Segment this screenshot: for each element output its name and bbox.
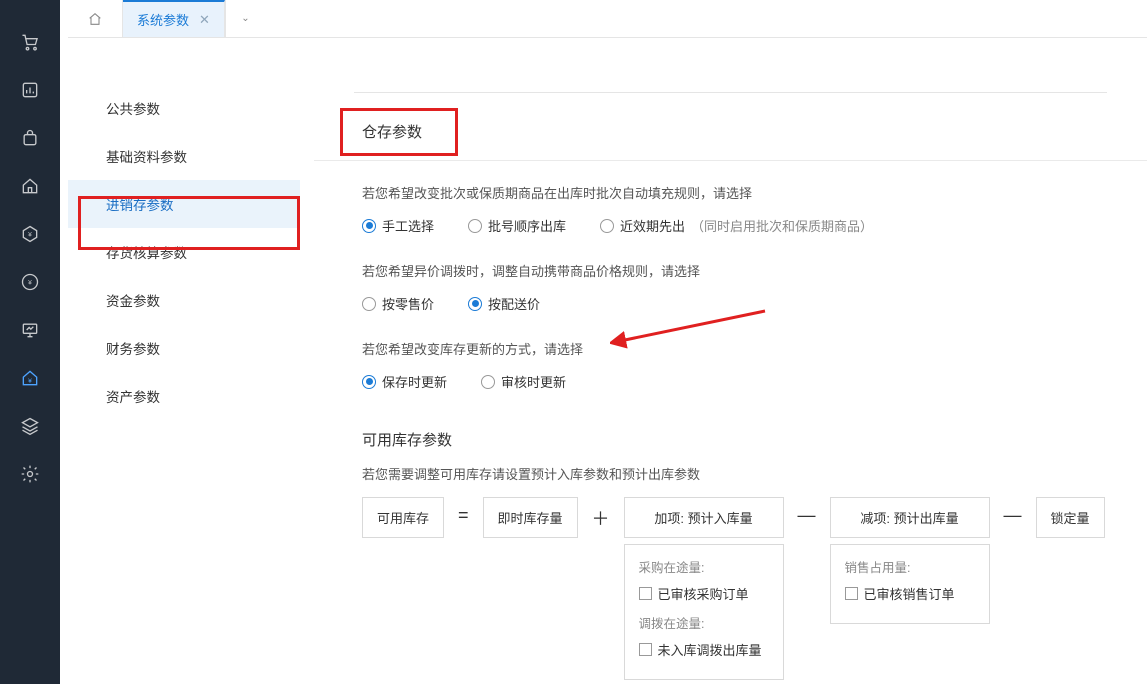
checkbox-sales-audited[interactable]: 已审核销售订单: [845, 584, 975, 603]
formula-base: 即时库存量: [483, 497, 578, 538]
setting-label: 若您希望异价调拨时，调整自动携带商品价格规则，请选择: [362, 261, 1147, 280]
radio-label: 审核时更新: [501, 372, 566, 391]
menu-item-public[interactable]: 公共参数: [68, 84, 300, 132]
nav-presentation-icon[interactable]: [0, 306, 60, 354]
menu-item-funds[interactable]: 资金参数: [68, 276, 300, 324]
nav-report-icon[interactable]: [0, 66, 60, 114]
radio-icon: [600, 219, 614, 233]
group-label: 调拨在途量:: [639, 613, 769, 632]
price-rule-block: 若您希望异价调拨时，调整自动携带商品价格规则，请选择 按零售价 按配送价: [314, 239, 1147, 313]
checkbox-label: 未入库调拨出库量: [658, 640, 762, 659]
nav-layers-icon[interactable]: [0, 402, 60, 450]
formula-add-column: 加项: 预计入库量 采购在途量: 已审核采购订单 调拨在途量: 未入库调拨出库量: [624, 497, 784, 680]
menu-item-finance[interactable]: 财务参数: [68, 324, 300, 372]
tab-system-params[interactable]: 系统参数 ✕: [123, 0, 225, 37]
plus-icon: ＋: [592, 497, 610, 531]
checkbox-label: 已审核销售订单: [864, 584, 955, 603]
stock-update-block: 若您希望改变库存更新的方式，请选择 保存时更新 审核时更新: [314, 317, 1147, 391]
radio-label: 手工选择: [382, 216, 434, 235]
minus-icon: —: [1004, 497, 1022, 526]
radio-icon: [362, 375, 376, 389]
nav-wallet-icon[interactable]: ¥: [0, 210, 60, 258]
radio-icon: [362, 297, 376, 311]
menu-item-basic[interactable]: 基础资料参数: [68, 132, 300, 180]
equals-icon: =: [458, 497, 469, 526]
menu-label: 财务参数: [106, 338, 160, 358]
menu-label: 资产参数: [106, 386, 160, 406]
tab-bar: 系统参数 ✕ ⌄: [68, 0, 1147, 38]
available-hint: 若您需要调整可用库存请设置预计入库参数和预计出库参数: [314, 450, 1147, 483]
section-title: 仓存参数: [314, 93, 1147, 161]
nav-cart-icon[interactable]: [0, 18, 60, 66]
add-panel: 采购在途量: 已审核采购订单 调拨在途量: 未入库调拨出库量: [624, 544, 784, 680]
tab-label: 系统参数: [137, 10, 189, 29]
main-content: 仓存参数 若您希望改变批次或保质期商品在出库时批次自动填充规则，请选择 手工选择…: [310, 84, 1147, 684]
menu-label: 资金参数: [106, 290, 160, 310]
svg-text:¥: ¥: [28, 280, 32, 287]
icon-sidebar: ¥ ¥ ¥: [0, 0, 60, 684]
add-head: 加项: 预计入库量: [624, 497, 784, 538]
sub-panel: 销售占用量: 已审核销售订单: [830, 544, 990, 624]
nav-money-icon[interactable]: ¥: [0, 258, 60, 306]
close-icon[interactable]: ✕: [199, 12, 210, 28]
checkbox-icon: [639, 643, 652, 656]
radio-manual[interactable]: 手工选择: [362, 216, 434, 235]
radio-label: 批号顺序出库: [488, 216, 566, 235]
radio-label: 近效期先出: [620, 216, 685, 235]
radio-label: 按零售价: [382, 294, 434, 313]
menu-item-inventory[interactable]: 存货核算参数: [68, 228, 300, 276]
formula-sub-column: 减项: 预计出库量 销售占用量: 已审核销售订单: [830, 497, 990, 624]
menu-label: 公共参数: [106, 98, 160, 118]
tab-dropdown-icon[interactable]: ⌄: [225, 0, 265, 37]
checkbox-label: 已审核采购订单: [658, 584, 749, 603]
menu-label: 进销存参数: [106, 194, 174, 214]
nav-home-icon[interactable]: [0, 162, 60, 210]
menu-label: 基础资料参数: [106, 146, 187, 166]
nav-settings-icon[interactable]: [0, 450, 60, 498]
radio-on-audit[interactable]: 审核时更新: [481, 372, 566, 391]
radio-delivery[interactable]: 按配送价: [468, 294, 540, 313]
radio-icon: [468, 219, 482, 233]
group-label: 采购在途量:: [639, 557, 769, 576]
menu-item-assets[interactable]: 资产参数: [68, 372, 300, 420]
nav-finance-icon[interactable]: ¥: [0, 354, 60, 402]
section-sub-title: 可用库存参数: [314, 395, 1147, 450]
checkbox-transfer-out[interactable]: 未入库调拨出库量: [639, 640, 769, 659]
batch-rule-block: 若您希望改变批次或保质期商品在出库时批次自动填充规则，请选择 手工选择 批号顺序…: [314, 161, 1147, 235]
radio-icon: [468, 297, 482, 311]
svg-text:¥: ¥: [28, 378, 32, 385]
setting-label: 若您希望改变批次或保质期商品在出库时批次自动填充规则，请选择: [362, 183, 1147, 202]
menu-item-psi[interactable]: 进销存参数: [68, 180, 300, 228]
available-formula: 可用库存 = 即时库存量 ＋ 加项: 预计入库量 采购在途量: 已审核采购订单 …: [314, 483, 1147, 680]
radio-batch-seq[interactable]: 批号顺序出库: [468, 216, 566, 235]
formula-lock: 锁定量: [1036, 497, 1105, 538]
tab-home-icon[interactable]: [68, 0, 123, 37]
radio-on-save[interactable]: 保存时更新: [362, 372, 447, 391]
minus-icon: —: [798, 497, 816, 526]
menu-label: 存货核算参数: [106, 242, 187, 262]
checkbox-icon: [845, 587, 858, 600]
radio-label: 按配送价: [488, 294, 540, 313]
nav-bag-icon[interactable]: [0, 114, 60, 162]
radio-icon: [481, 375, 495, 389]
setting-label: 若您希望改变库存更新的方式，请选择: [362, 339, 1147, 358]
settings-menu: 公共参数 基础资料参数 进销存参数 存货核算参数 资金参数 财务参数 资产参数: [68, 84, 300, 420]
sub-head: 减项: 预计出库量: [830, 497, 990, 538]
formula-lhs: 可用库存: [362, 497, 444, 538]
radio-icon: [362, 219, 376, 233]
radio-retail[interactable]: 按零售价: [362, 294, 434, 313]
radio-label: 保存时更新: [382, 372, 447, 391]
radio-expiry[interactable]: 近效期先出 （同时启用批次和保质期商品）: [600, 216, 873, 235]
radio-hint: （同时启用批次和保质期商品）: [691, 216, 873, 235]
svg-text:¥: ¥: [28, 232, 32, 239]
checkbox-icon: [639, 587, 652, 600]
checkbox-purchase-audited[interactable]: 已审核采购订单: [639, 584, 769, 603]
group-label: 销售占用量:: [845, 557, 975, 576]
